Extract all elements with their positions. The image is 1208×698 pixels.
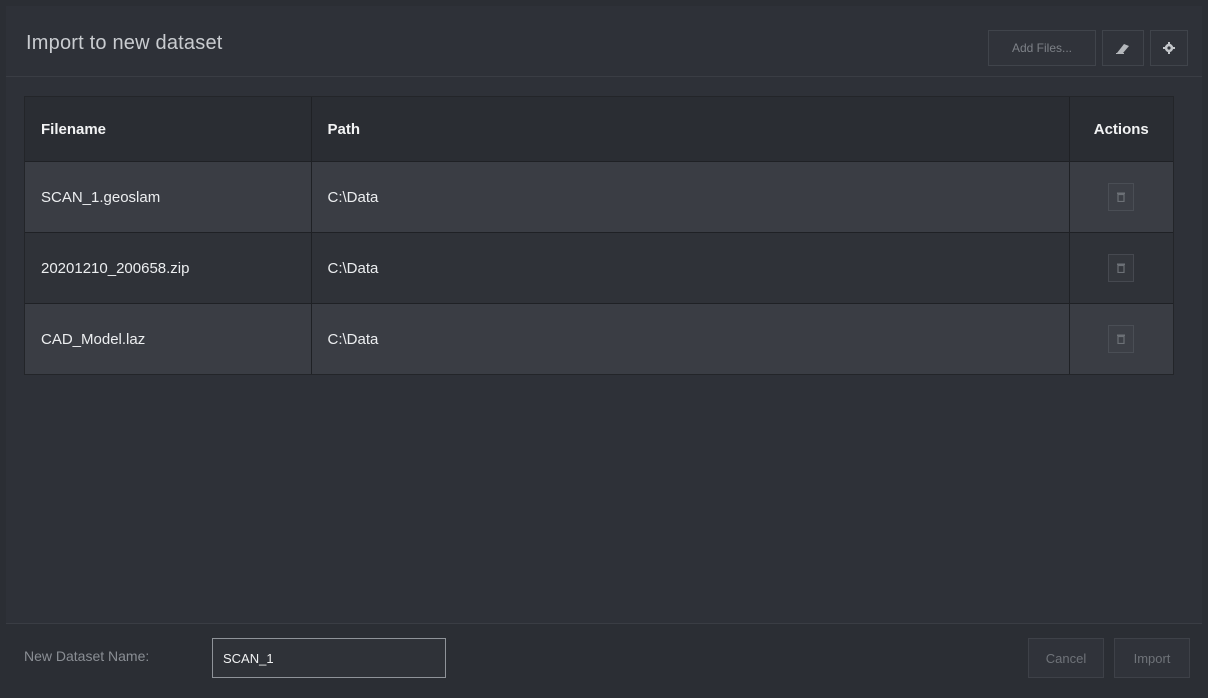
add-files-button[interactable]: Add Files... <box>988 30 1096 66</box>
delete-button[interactable] <box>1108 325 1135 353</box>
clear-button[interactable] <box>1102 30 1144 66</box>
trash-icon <box>1117 260 1126 277</box>
actions-cell <box>1069 232 1173 304</box>
dialog-header: Import to new dataset Add Files... <box>6 6 1202 77</box>
import-label: Import <box>1133 650 1171 666</box>
table-row[interactable]: SCAN_1.geoslam C:\Data <box>25 161 1173 233</box>
filename-cell: CAD_Model.laz <box>25 303 312 374</box>
import-button[interactable]: Import <box>1114 638 1190 678</box>
column-header-path[interactable]: Path <box>311 97 1070 162</box>
dataset-name-input[interactable] <box>212 638 446 678</box>
actions-cell <box>1069 303 1173 374</box>
file-list-area: Filename Path Actions SCAN_1.geoslam C:\… <box>6 77 1202 622</box>
column-header-actions: Actions <box>1069 97 1173 162</box>
filename-cell: 20201210_200658.zip <box>25 232 312 304</box>
trash-icon <box>1117 189 1126 206</box>
trash-icon <box>1117 331 1126 348</box>
cancel-button[interactable]: Cancel <box>1028 638 1104 678</box>
column-header-filename[interactable]: Filename <box>25 97 312 162</box>
dialog-title: Import to new dataset <box>26 32 223 54</box>
dialog-footer: New Dataset Name: Cancel Import <box>6 623 1202 693</box>
add-files-label: Add Files... <box>1011 41 1073 55</box>
files-table: Filename Path Actions SCAN_1.geoslam C:\… <box>24 96 1174 375</box>
eraser-icon <box>1115 42 1131 54</box>
path-cell: C:\Data <box>311 303 1070 374</box>
dataset-name-label: New Dataset Name: <box>24 648 150 664</box>
delete-button[interactable] <box>1108 254 1135 282</box>
gear-icon <box>1163 42 1175 54</box>
delete-button[interactable] <box>1108 183 1135 211</box>
cancel-label: Cancel <box>1045 650 1087 666</box>
path-cell: C:\Data <box>311 161 1070 233</box>
table-row[interactable]: CAD_Model.laz C:\Data <box>25 303 1173 374</box>
filename-cell: SCAN_1.geoslam <box>25 161 312 233</box>
settings-button[interactable] <box>1150 30 1188 66</box>
path-cell: C:\Data <box>311 232 1070 304</box>
import-dialog: Import to new dataset Add Files... Filen… <box>6 6 1202 693</box>
table-header-row: Filename Path Actions <box>25 97 1173 162</box>
actions-cell <box>1069 161 1173 233</box>
table-row[interactable]: 20201210_200658.zip C:\Data <box>25 232 1173 304</box>
